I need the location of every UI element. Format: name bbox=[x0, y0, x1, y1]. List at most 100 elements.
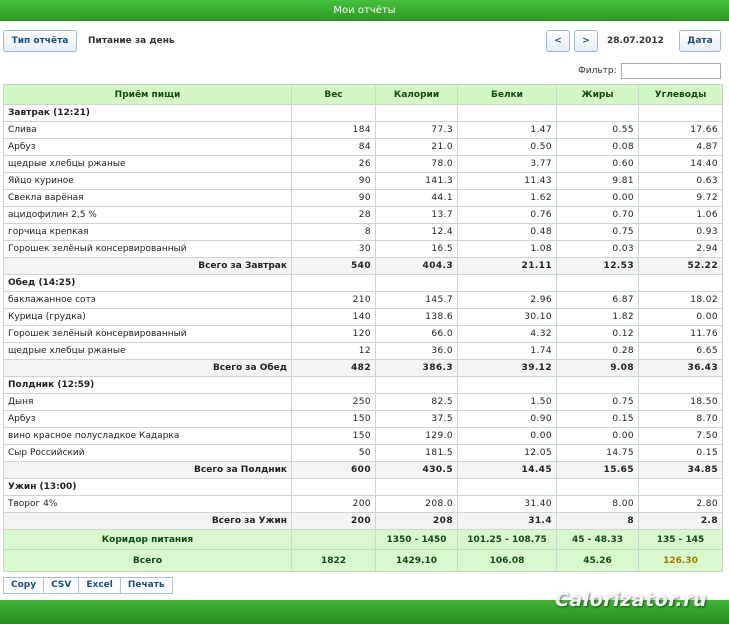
corridor-weight bbox=[291, 529, 376, 550]
cell-carbs: 17.66 bbox=[638, 121, 723, 139]
cell-name: Курица (грудка) bbox=[3, 308, 292, 326]
meal-group-row: Завтрак (12:21) bbox=[3, 104, 723, 122]
col-header-carbs[interactable]: Углеводы bbox=[638, 84, 723, 105]
cell-calories: 21.0 bbox=[375, 138, 458, 156]
cell-protein: 0.48 bbox=[457, 223, 557, 241]
date-button[interactable]: Дата bbox=[679, 30, 721, 52]
next-date-button[interactable]: > bbox=[574, 30, 598, 52]
empty-cell bbox=[556, 478, 639, 496]
empty-cell bbox=[638, 376, 723, 394]
cell-carbs: 0.63 bbox=[638, 172, 723, 190]
cell-calories: 208.0 bbox=[375, 495, 458, 513]
empty-cell bbox=[556, 104, 639, 122]
grand-total-calories: 1429.10 bbox=[375, 549, 458, 572]
total-weight: 600 bbox=[291, 461, 376, 479]
prev-date-button[interactable]: < bbox=[546, 30, 570, 52]
window-title: Мои отчёты bbox=[0, 0, 729, 21]
meal-total-row: Всего за Завтрак 540 404.3 21.11 12.53 52.22 bbox=[3, 257, 723, 275]
cell-carbs: 18.02 bbox=[638, 291, 723, 309]
cell-fat: 0.55 bbox=[556, 121, 639, 139]
table-row[interactable]: щедрые хлебцы ржаные 26 78.0 3.77 0.60 14.40 bbox=[3, 155, 723, 173]
grand-total-name: Всего bbox=[3, 549, 292, 572]
col-header-calories[interactable]: Калории bbox=[375, 84, 458, 105]
cell-name: Дыня bbox=[3, 393, 292, 411]
cell-calories: 181.5 bbox=[375, 444, 458, 462]
cell-calories: 129.0 bbox=[375, 427, 458, 445]
cell-name: щедрые хлебцы ржаные bbox=[3, 155, 292, 173]
cell-fat: 8.00 bbox=[556, 495, 639, 513]
col-header-weight[interactable]: Вес bbox=[291, 84, 376, 105]
table-row[interactable]: Арбуз 84 21.0 0.50 0.08 4.87 bbox=[3, 138, 723, 156]
empty-cell bbox=[457, 274, 557, 292]
table-row[interactable]: Творог 4% 200 208.0 31.40 8.00 2.80 bbox=[3, 495, 723, 513]
grand-total-protein: 106.08 bbox=[457, 549, 557, 572]
meal-group-title: Полдник (12:59) bbox=[3, 376, 292, 394]
table-row[interactable]: вино красное полусладкое Кадарка 150 129.0… bbox=[3, 427, 723, 445]
cell-weight: 150 bbox=[291, 427, 376, 445]
cell-carbs: 9.72 bbox=[638, 189, 723, 207]
total-name: Всего за Полдник bbox=[3, 461, 292, 479]
table-row[interactable]: баклажанное сотэ 210 145.7 2.96 6.87 18.02 bbox=[3, 291, 723, 309]
cell-name: Творог 4% bbox=[3, 495, 292, 513]
table-row[interactable]: Арбуз 150 37.5 0.90 0.15 8.70 bbox=[3, 410, 723, 428]
cell-weight: 140 bbox=[291, 308, 376, 326]
cell-name: баклажанное сотэ bbox=[3, 291, 292, 309]
filter-input[interactable] bbox=[621, 63, 721, 79]
cell-calories: 44.1 bbox=[375, 189, 458, 207]
table-row[interactable]: Слива 184 77.3 1.47 0.55 17.66 bbox=[3, 121, 723, 139]
empty-cell bbox=[638, 104, 723, 122]
col-header-protein[interactable]: Белки bbox=[457, 84, 557, 105]
cell-protein: 4.32 bbox=[457, 325, 557, 343]
empty-cell bbox=[556, 376, 639, 394]
table-row[interactable]: Дыня 250 82.5 1.50 0.75 18.50 bbox=[3, 393, 723, 411]
meal-total-row: Всего за Ужин 200 208 31.4 8 2.8 bbox=[3, 512, 723, 530]
cell-name: Свекла варёная bbox=[3, 189, 292, 207]
total-protein: 14.45 bbox=[457, 461, 557, 479]
copy-button[interactable]: Copy bbox=[3, 577, 45, 594]
col-header-meal[interactable]: Приём пищи bbox=[3, 84, 292, 105]
table-row[interactable]: Курица (грудка) 140 138.6 30.10 1.82 0.00 bbox=[3, 308, 723, 326]
table-row[interactable]: Яйцо куриное 90 141.3 11.43 9.81 0.63 bbox=[3, 172, 723, 190]
cell-weight: 50 bbox=[291, 444, 376, 462]
cell-fat: 9.81 bbox=[556, 172, 639, 190]
cell-protein: 0.50 bbox=[457, 138, 557, 156]
cell-fat: 0.03 bbox=[556, 240, 639, 258]
table-row[interactable]: Горошек зелёный консервированный 30 16.5 1.… bbox=[3, 240, 723, 258]
cell-name: Горошек зелёный консервированный bbox=[3, 325, 292, 343]
meal-group-title: Завтрак (12:21) bbox=[3, 104, 292, 122]
print-button[interactable]: Печать bbox=[119, 577, 173, 594]
table-row[interactable]: Горошек зелёный консервированный 120 66.0 4… bbox=[3, 325, 723, 343]
empty-cell bbox=[457, 376, 557, 394]
cell-weight: 120 bbox=[291, 325, 376, 343]
total-protein: 39.12 bbox=[457, 359, 557, 377]
cell-protein: 11.43 bbox=[457, 172, 557, 190]
total-protein: 31.4 bbox=[457, 512, 557, 530]
csv-button[interactable]: CSV bbox=[43, 577, 80, 594]
col-header-fat[interactable]: Жиры bbox=[556, 84, 639, 105]
total-carbs: 2.8 bbox=[638, 512, 723, 530]
table-row[interactable]: Сыр Российский 50 181.5 12.05 14.75 0.15 bbox=[3, 444, 723, 462]
filter-label: Фильтр: bbox=[578, 66, 617, 76]
table-row[interactable]: ацидофилин 2,5 % 28 13.7 0.76 0.70 1.06 bbox=[3, 206, 723, 224]
meal-group-title: Обед (14:25) bbox=[3, 274, 292, 292]
cell-calories: 141.3 bbox=[375, 172, 458, 190]
cell-fat: 0.00 bbox=[556, 189, 639, 207]
total-name: Всего за Ужин bbox=[3, 512, 292, 530]
empty-cell bbox=[375, 376, 458, 394]
cell-protein: 30.10 bbox=[457, 308, 557, 326]
total-weight: 482 bbox=[291, 359, 376, 377]
cell-protein: 2.96 bbox=[457, 291, 557, 309]
cell-name: ацидофилин 2,5 % bbox=[3, 206, 292, 224]
empty-cell bbox=[556, 274, 639, 292]
empty-cell bbox=[291, 376, 376, 394]
empty-cell bbox=[638, 274, 723, 292]
excel-button[interactable]: Excel bbox=[78, 577, 121, 594]
table-row[interactable]: щедрые хлебцы ржаные 12 36.0 1.74 0.28 6.65 bbox=[3, 342, 723, 360]
table-row[interactable]: Свекла варёная 90 44.1 1.62 0.00 9.72 bbox=[3, 189, 723, 207]
empty-cell bbox=[291, 478, 376, 496]
cell-name: Горошек зелёный консервированный bbox=[3, 240, 292, 258]
table-row[interactable]: горчица крепкая 8 12.4 0.48 0.75 0.93 bbox=[3, 223, 723, 241]
total-name: Всего за Обед bbox=[3, 359, 292, 377]
cell-carbs: 2.94 bbox=[638, 240, 723, 258]
report-type-button[interactable]: Тип отчёта bbox=[3, 30, 77, 52]
